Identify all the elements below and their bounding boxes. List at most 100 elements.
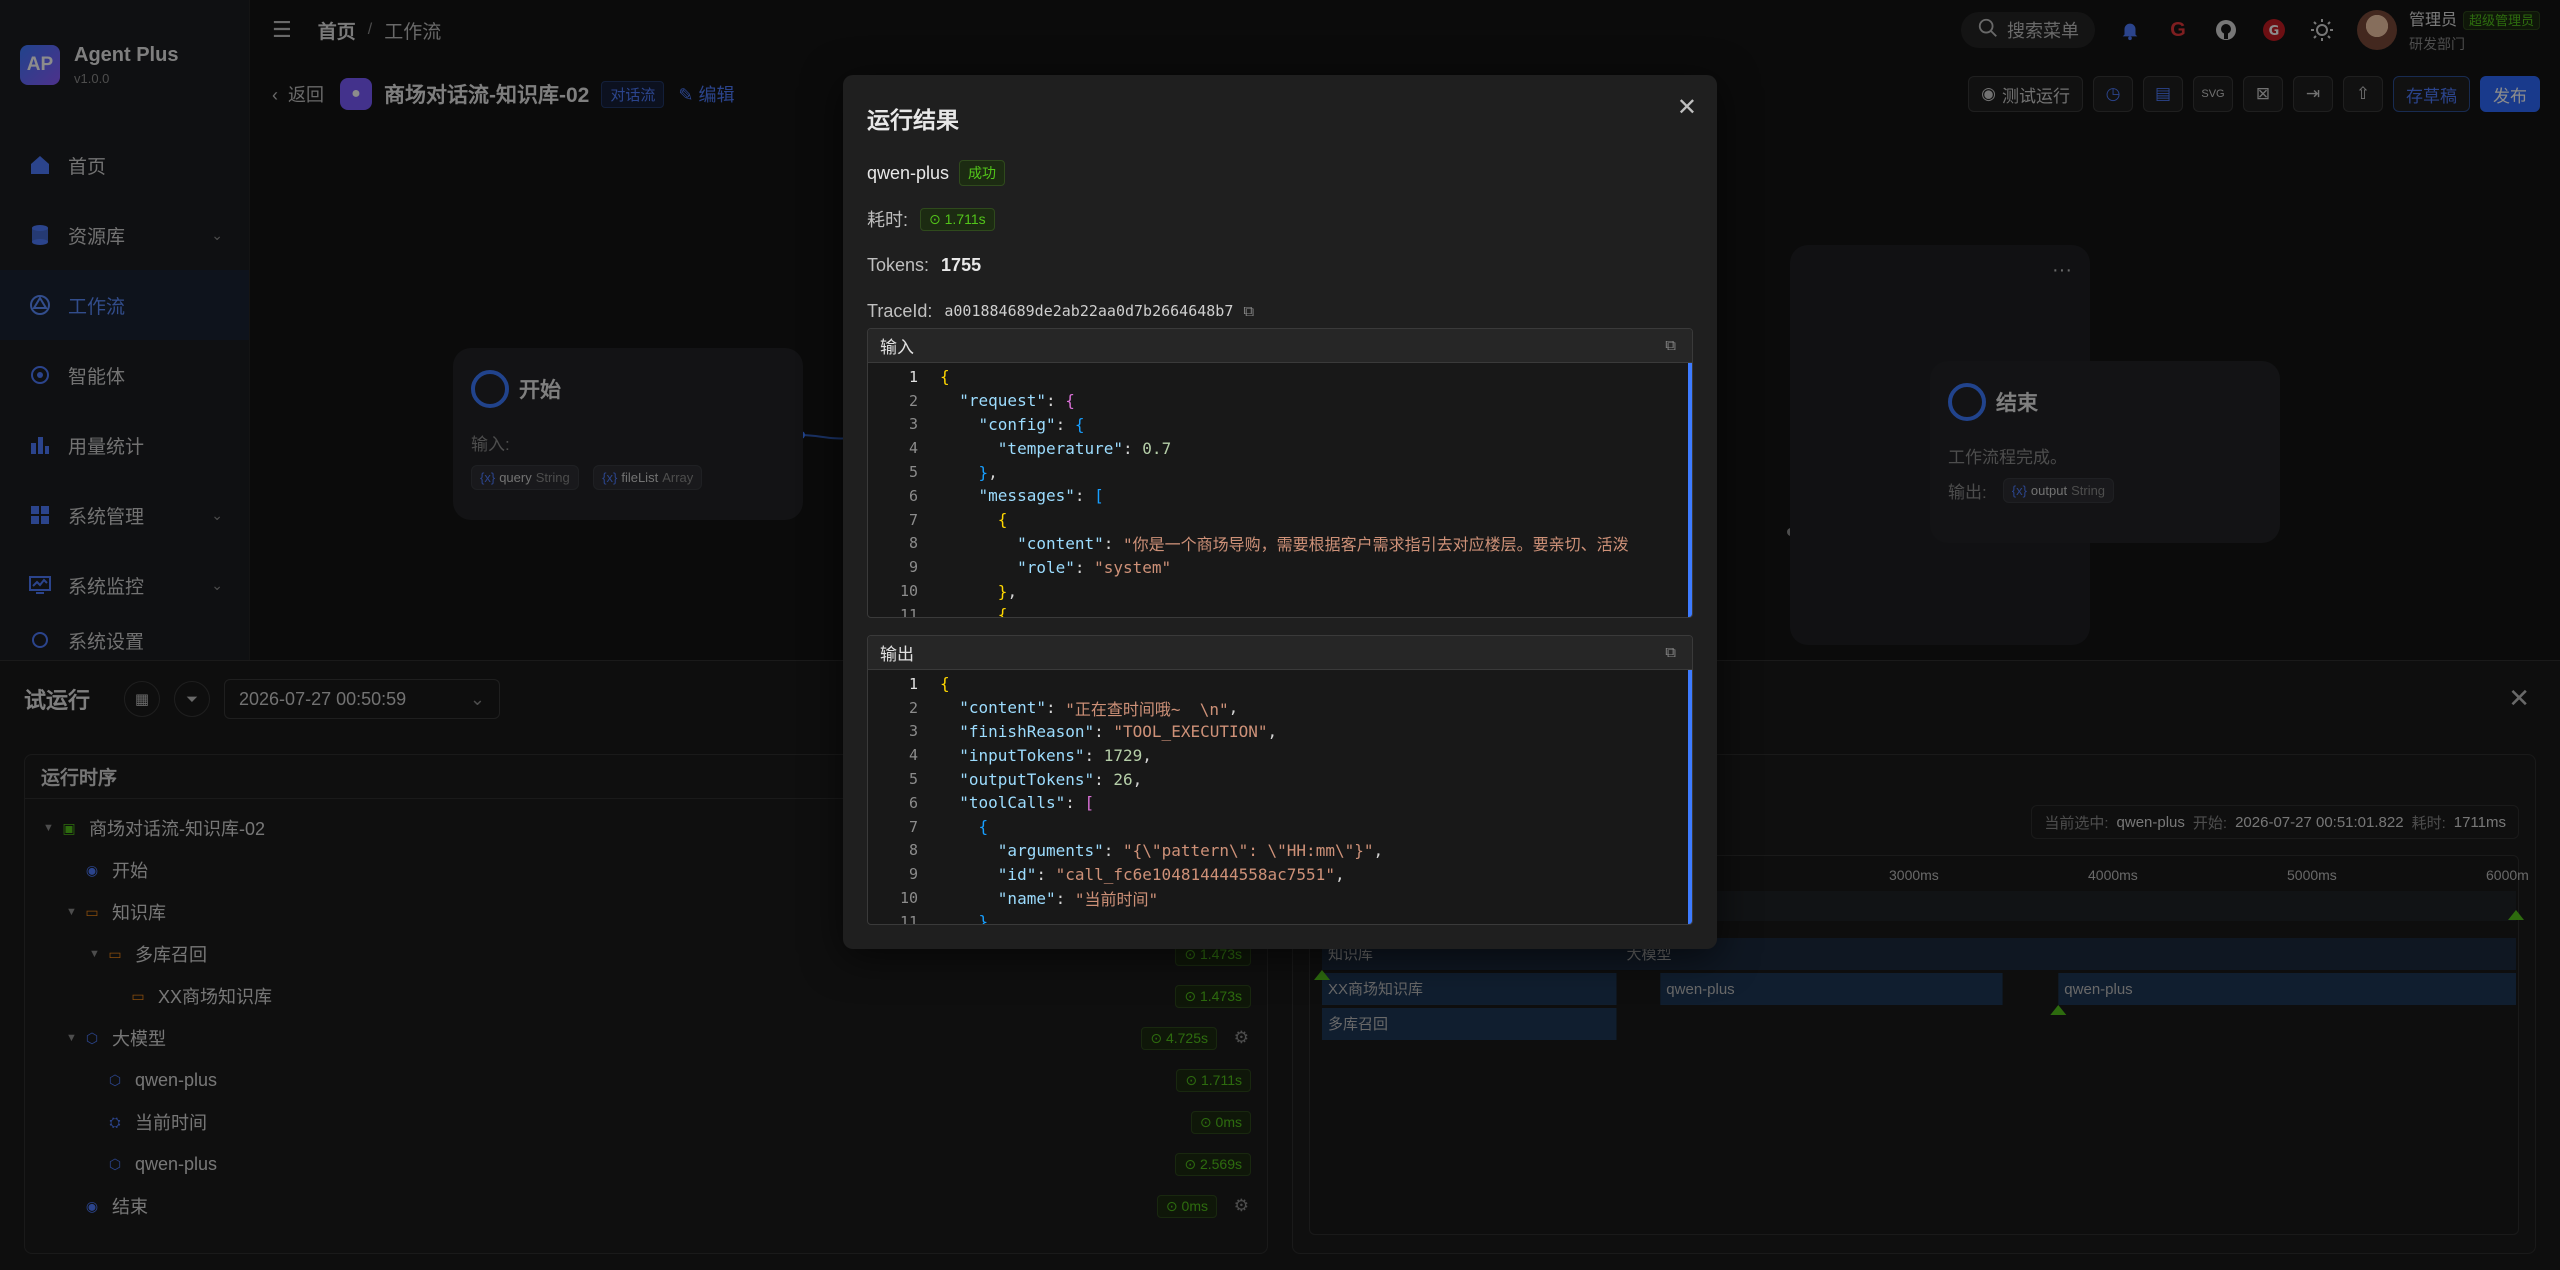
code-token: , [988, 462, 998, 482]
code-token: "temperature" [997, 438, 1124, 458]
input-title: 输入 [880, 338, 914, 357]
code-token: { [940, 367, 950, 387]
code-token: { [940, 674, 950, 694]
line-number: 5 [908, 770, 918, 789]
code-token: "当前时间" [1074, 890, 1159, 910]
code-line: 10 }, [868, 579, 1692, 603]
elapsed-value: 1.711s [944, 210, 986, 227]
output-code-box: 输出 ⧉ 1{2 "content": "正在查时间哦~ \n", 3 "finis… [867, 635, 1693, 925]
code-token: 0.7 [1142, 438, 1172, 458]
code-line: 2 "content": "正在查时间哦~ \n", [868, 696, 1692, 720]
input-code-box: 输入 ⧉ 1{2 "request": {3 "config": {4 "temp… [867, 328, 1693, 618]
code-line: 3 "finishReason": "TOOL_EXECUTION", [868, 720, 1692, 744]
code-token: "name" [997, 888, 1056, 908]
code-token: "config" [978, 414, 1056, 434]
code-token: } [978, 462, 989, 482]
code-line: 8 "content": "你是一个商场导购，需要根据客户需求指引去对应楼层。要… [868, 532, 1692, 556]
code-token: : [1055, 888, 1075, 908]
code-token: : [1045, 698, 1066, 718]
code-token: 1729 [1103, 745, 1143, 765]
code-line: 7 { [868, 815, 1692, 839]
code-token: "你是一个商场导购，需要根据客户需求指引去对应楼层。要亲切、活泼 [1123, 535, 1629, 555]
line-number: 6 [908, 486, 918, 505]
trace-value: a001884689de2ab22aa0d7b2664648b7 [944, 302, 1234, 320]
code-token: "arguments" [997, 840, 1104, 860]
copy-icon[interactable]: ⧉ [1665, 337, 1676, 354]
output-code[interactable]: 1{2 "content": "正在查时间哦~ \n", 3 "finishRea… [868, 670, 1692, 925]
code-line: 4 "inputTokens": 1729, [868, 743, 1692, 767]
code-line: 9 "id": "call_fc6e104814444558ac7551", [868, 862, 1692, 886]
code-token: : [1103, 533, 1124, 553]
code-token: , [1132, 769, 1143, 789]
scrollbar[interactable] [1688, 670, 1692, 924]
close-icon[interactable]: ✕ [1677, 93, 1697, 122]
line-number: 5 [908, 463, 918, 482]
code-token: , [1334, 864, 1345, 884]
code-token: : [1055, 414, 1075, 434]
line-number: 7 [908, 510, 918, 529]
code-token: 26 [1113, 769, 1133, 789]
trace-key: TraceId: [867, 300, 933, 321]
code-token: [ [1094, 486, 1104, 506]
line-number: 9 [908, 558, 918, 577]
code-line: 4 "temperature": 0.7 [868, 436, 1692, 460]
tokens-value: 1755 [941, 254, 982, 275]
code-token: : [1074, 486, 1095, 506]
code-token: "content" [1017, 533, 1104, 553]
code-token: } [997, 581, 1008, 601]
modal-title: 运行结果 [867, 107, 959, 133]
code-token: "id" [997, 864, 1037, 884]
scrollbar[interactable] [1688, 363, 1692, 617]
code-token: : [1065, 793, 1085, 813]
code-token: , [1007, 581, 1018, 601]
code-token: , [1373, 840, 1384, 860]
input-code[interactable]: 1{2 "request": {3 "config": {4 "temperat… [868, 363, 1692, 618]
code-token: "inputTokens" [959, 745, 1085, 765]
code-token: { [997, 605, 1008, 618]
code-line: 11 } [868, 910, 1692, 925]
output-title: 输出 [880, 645, 914, 664]
line-number: 11 [899, 912, 918, 925]
code-token: { [1074, 414, 1085, 434]
line-number: 1 [908, 367, 918, 386]
copy-icon[interactable]: ⧉ [1243, 303, 1254, 320]
code-line: 9 "role": "system" [868, 555, 1692, 579]
code-token: : [1074, 557, 1095, 577]
code-line: 6 "messages": [ [868, 484, 1692, 508]
code-token: "正在查时间哦~ \n" [1065, 699, 1229, 719]
code-token: : [1045, 391, 1066, 411]
line-number: 2 [908, 698, 918, 717]
code-line: 11 { [868, 603, 1692, 618]
code-token: { [1065, 391, 1075, 411]
elapsed-badge: ⊙ 1.711s [920, 207, 995, 231]
code-line: 3 "config": { [868, 413, 1692, 437]
code-token: "role" [1017, 557, 1075, 577]
code-token: "call_fc6e104814444558ac7551" [1055, 864, 1335, 884]
copy-icon[interactable]: ⧉ [1665, 644, 1676, 661]
code-token: "system" [1094, 557, 1172, 577]
elapsed-key: 耗时: [867, 210, 909, 230]
line-number: 10 [899, 889, 918, 908]
code-token: "finishReason" [959, 721, 1095, 741]
code-line: 5 "outputTokens": 26, [868, 767, 1692, 791]
model-name: qwen-plus [867, 162, 950, 183]
line-number: 3 [908, 415, 918, 434]
code-token: : [1094, 721, 1114, 741]
code-line: 1{ [868, 672, 1692, 696]
code-token: [ [1084, 793, 1095, 813]
line-number: 8 [908, 534, 918, 553]
code-token: "toolCalls" [959, 793, 1066, 813]
code-token: "request" [959, 391, 1046, 411]
